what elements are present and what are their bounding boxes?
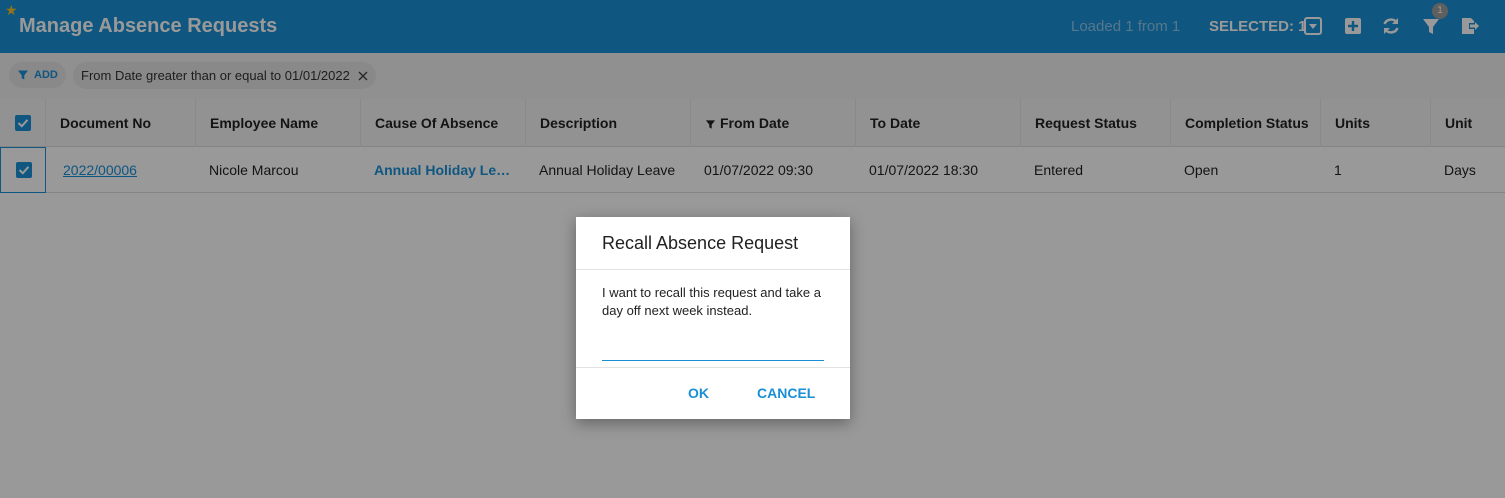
dialog-divider bbox=[576, 269, 850, 270]
recall-absence-dialog: Recall Absence Request I want to recall … bbox=[576, 217, 850, 419]
ok-button[interactable]: OK bbox=[688, 385, 709, 401]
recall-reason-input[interactable] bbox=[602, 339, 824, 361]
cancel-button[interactable]: CANCEL bbox=[757, 385, 815, 401]
dialog-message: I want to recall this request and take a… bbox=[602, 285, 821, 318]
dialog-title: Recall Absence Request bbox=[602, 233, 799, 253]
dialog-divider bbox=[576, 367, 850, 368]
